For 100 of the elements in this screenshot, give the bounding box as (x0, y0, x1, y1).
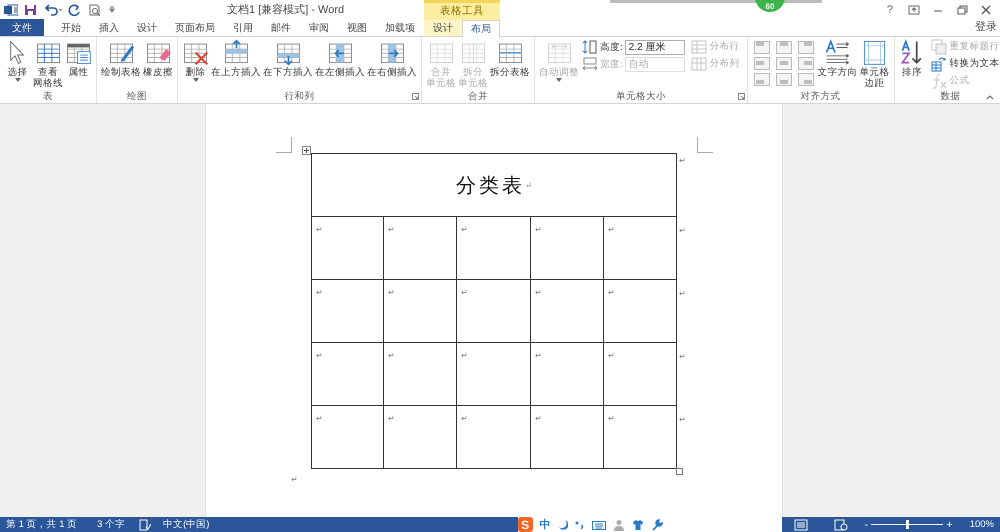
align-icon[interactable] (754, 57, 770, 70)
group-label: 数据 (940, 90, 961, 103)
align-icon[interactable] (754, 73, 770, 86)
zoom-in-button[interactable]: + (943, 518, 956, 530)
row-end-mark: ↵ (678, 155, 687, 167)
ribbon-button[interactable]: 拆分表格 (489, 39, 531, 78)
group-label: 单元格大小 (616, 90, 666, 103)
field-label: 高度: (600, 40, 623, 54)
align-icon[interactable] (776, 73, 792, 86)
collapse-icon[interactable] (986, 95, 994, 100)
help-button[interactable]: ? (884, 4, 896, 16)
paragraph-mark: ↵ (291, 475, 298, 484)
ribbon-tab[interactable]: 加载项 (376, 19, 424, 36)
ribbon-tab[interactable]: 开始 (52, 19, 90, 36)
save-icon[interactable] (24, 4, 38, 16)
ribbon-display-icon[interactable] (908, 4, 920, 16)
word-count[interactable]: 3 个字 (97, 518, 126, 531)
page-count[interactable]: 第 1 页，共 1 页 (6, 518, 78, 531)
ribbon-button[interactable]: 转换为文本 (928, 56, 1000, 72)
paragraph-mark: ↵ (461, 414, 468, 423)
ribbon-tab[interactable]: 视图 (338, 19, 376, 36)
sign-in-link[interactable]: 登录 (972, 19, 1000, 34)
keyboard-icon[interactable] (592, 518, 606, 530)
move-handle-icon[interactable] (302, 146, 311, 155)
ribbon-tab[interactable]: 引用 (224, 19, 262, 36)
align-icon[interactable] (798, 41, 814, 54)
paragraph-mark: ↵ (535, 414, 542, 423)
row-end-mark: ↵ (679, 226, 686, 235)
table-title: 分类表↵ (311, 153, 677, 217)
ribbon-button[interactable]: 删除 (181, 39, 210, 82)
ribbon-tab[interactable]: 插入 (90, 19, 128, 36)
paragraph-mark: ↵ (608, 288, 615, 297)
ribbon-tab[interactable]: 审阅 (300, 19, 338, 36)
ribbon-button[interactable]: 文字方向 (816, 39, 859, 78)
distribute-columns-icon (690, 56, 707, 72)
align-icon[interactable] (798, 73, 814, 86)
ribbon-button[interactable]: 绘制表格 (100, 39, 142, 78)
ribbon-button[interactable]: 单元格 边距 (858, 39, 891, 89)
row-end-mark: ↵ (679, 415, 686, 424)
size-field[interactable]: 2.2 厘米 (624, 40, 685, 54)
align-icon[interactable] (798, 57, 814, 70)
web-layout-icon[interactable] (834, 518, 848, 530)
close-icon[interactable] (980, 4, 992, 16)
paragraph-mark: ↵ (608, 414, 615, 423)
zoom-thumb[interactable] (906, 520, 910, 529)
ribbon-button[interactable]: 属性 (64, 39, 93, 78)
ribbon-button[interactable]: 排序 (898, 39, 927, 78)
ime-mode[interactable]: 中 (540, 517, 551, 532)
align-icon[interactable] (776, 57, 792, 70)
paragraph-mark: ↵ (608, 225, 615, 234)
restore-icon[interactable] (956, 4, 968, 16)
ribbon-button[interactable]: 橡皮擦 (142, 39, 174, 78)
punctuation-icon[interactable] (574, 518, 585, 530)
paragraph-mark: ↵ (461, 288, 468, 297)
paragraph-mark: ↵ (461, 225, 468, 234)
ribbon-button[interactable]: 在上方插入 (210, 39, 262, 78)
ribbon-tab[interactable]: 设计 (424, 20, 462, 36)
launcher-icon[interactable] (412, 93, 419, 100)
print-layout-icon[interactable] (794, 518, 808, 530)
ribbon-button[interactable]: 查看 网格线 (32, 39, 64, 89)
ribbon-tab[interactable]: 布局 (462, 20, 500, 37)
launcher-icon[interactable] (738, 93, 745, 100)
ribbon-button[interactable]: 在右侧插入 (366, 39, 418, 78)
row-end-mark: ↵ (679, 289, 686, 298)
ribbon-button[interactable]: 在下方插入 (262, 39, 314, 78)
width-icon (582, 56, 598, 72)
ribbon-tab[interactable]: 文件 (0, 19, 44, 36)
group-label: 行和列 (284, 90, 314, 103)
group-label: 表 (43, 90, 53, 103)
overlay-badge: 60 (755, 0, 785, 12)
ribbon-tab[interactable]: 邮件 (262, 19, 300, 36)
ribbon-tab[interactable]: 页面布局 (166, 19, 224, 36)
paragraph-mark: ↵ (388, 288, 395, 297)
zoom-out-button[interactable]: - (862, 518, 872, 530)
text-direction-icon (824, 39, 852, 66)
window-title: 文档1 [兼容模式] - Word (227, 2, 344, 18)
word-logo-icon[interactable] (4, 4, 18, 16)
language[interactable]: 中文(中国) (163, 518, 210, 531)
zoom-level[interactable]: 100% (970, 519, 994, 530)
crop-mark (276, 137, 292, 153)
redo-icon[interactable] (68, 4, 82, 16)
shirt-icon[interactable] (632, 518, 644, 530)
caret-icon (14, 78, 20, 82)
align-icon[interactable] (776, 41, 792, 54)
convert-to-text-icon (930, 56, 947, 72)
paragraph-mark: ↵ (388, 225, 395, 234)
paragraph-mark: ↵ (316, 225, 323, 234)
paragraph-mark: ↵ (461, 351, 468, 360)
ribbon-button[interactable]: 在左侧插入 (314, 39, 366, 78)
resize-handle[interactable] (676, 468, 683, 475)
ribbon-button[interactable]: 选择 (3, 39, 32, 82)
ribbon-tab[interactable]: 设计 (128, 19, 166, 36)
wrench-icon[interactable] (650, 518, 663, 530)
moon-icon[interactable] (558, 518, 568, 530)
proofing-icon[interactable] (139, 518, 152, 530)
distribute-rows-icon (690, 39, 707, 55)
undo-icon[interactable] (44, 4, 62, 16)
print-preview-icon[interactable] (88, 4, 102, 16)
user-icon[interactable] (612, 518, 625, 530)
align-icon[interactable] (754, 41, 770, 54)
